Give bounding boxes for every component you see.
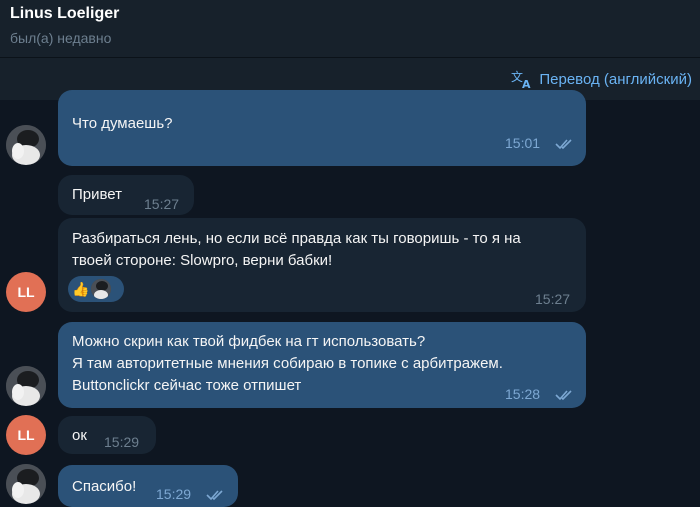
my-avatar[interactable] xyxy=(6,464,46,504)
message-bubble[interactable]: Спасибо! 15:29 xyxy=(58,465,238,507)
message-time: 15:27 xyxy=(535,291,571,307)
translate-button[interactable]: 文 A Перевод (английский) xyxy=(511,69,692,89)
chat-header[interactable]: Linus Loeliger был(а) недавно xyxy=(0,0,700,58)
read-checkmarks-icon xyxy=(206,486,226,507)
message-text: Спасибо! xyxy=(72,478,137,495)
chat-title[interactable]: Linus Loeliger xyxy=(10,5,119,23)
translate-icon: 文 A xyxy=(511,69,533,89)
message-time: 15:01 xyxy=(505,135,541,151)
my-avatar[interactable] xyxy=(6,366,46,406)
contact-avatar[interactable]: LL xyxy=(6,415,46,455)
my-avatar[interactable] xyxy=(6,125,46,165)
read-checkmarks-icon xyxy=(555,386,575,408)
message-text: Что думаешь? xyxy=(72,115,173,132)
contact-avatar[interactable]: LL xyxy=(6,272,46,312)
message-text-line: Можно скрин как твой фидбек на гт исполь… xyxy=(72,333,426,350)
read-checkmarks-icon xyxy=(555,135,575,157)
message-bubble[interactable]: ок 15:29 xyxy=(58,416,156,454)
svg-text:A: A xyxy=(522,78,531,89)
message-text-line: Buttonclickr сейчас тоже отпишет xyxy=(72,377,302,394)
message-bubble[interactable]: Разбираться лень, но если всё правда как… xyxy=(58,218,586,312)
translate-label: Перевод (английский) xyxy=(539,70,692,88)
message-text-line: Я там авторитетные мнения собираю в топи… xyxy=(72,355,503,372)
message-time: 15:29 xyxy=(156,486,192,502)
message-bubble[interactable]: Привет 15:27 xyxy=(58,175,194,215)
reactor-avatar xyxy=(91,279,112,299)
message-time: 15:28 xyxy=(505,386,541,402)
message-bubble[interactable]: Что думаешь? 15:01 xyxy=(58,90,586,166)
reaction-chip[interactable]: 👍 xyxy=(68,276,124,302)
message-text-line: твоей стороне: Slowpro, верни бабки! xyxy=(72,252,333,269)
message-time: 15:27 xyxy=(144,196,180,212)
message-text-line: Разбираться лень, но если всё правда как… xyxy=(72,230,521,247)
chat-status: был(а) недавно xyxy=(10,30,112,46)
message-list[interactable]: Что думаешь? 15:01 Привет 15:27 LL Разби… xyxy=(0,90,700,507)
message-bubble[interactable]: Можно скрин как твой фидбек на гт исполь… xyxy=(58,322,586,408)
message-text: Привет xyxy=(72,186,123,203)
message-time: 15:29 xyxy=(104,434,140,450)
message-text: ок xyxy=(72,427,87,444)
thumbs-up-icon: 👍 xyxy=(72,281,90,297)
